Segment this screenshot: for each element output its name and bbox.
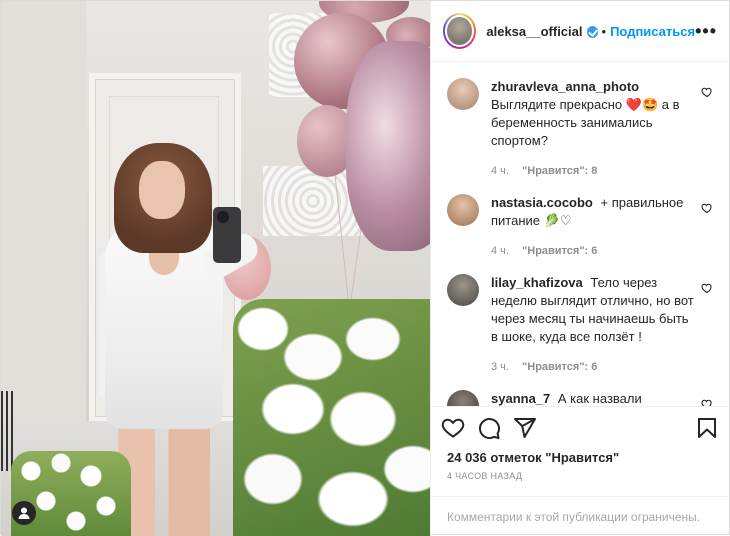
comment-username[interactable]: lilay_khafizova — [491, 275, 583, 290]
verified-badge-icon — [586, 26, 598, 38]
post-sidebar: aleksa__official • Подписаться ••• zhura… — [430, 1, 729, 536]
more-options-icon[interactable]: ••• — [695, 21, 717, 42]
phone-camera — [217, 211, 229, 223]
comment-like-heart-icon[interactable] — [701, 202, 713, 214]
instagram-post: aleksa__official • Подписаться ••• zhura… — [0, 0, 730, 536]
comment-icon[interactable] — [477, 416, 501, 440]
likes-count[interactable]: 24 036 отметок "Нравится" — [431, 448, 729, 465]
user-tag-glyph — [18, 507, 30, 519]
tulips-bouquet — [233, 299, 430, 536]
comment-avatar[interactable] — [447, 274, 479, 306]
comment: zhuravleva_anna_photo Выглядите прекрасн… — [447, 78, 713, 180]
comment-emoji: 🥬♡ — [543, 213, 572, 228]
comment-emoji: ❤️🤩 — [625, 97, 659, 112]
person-face — [139, 161, 185, 219]
comment-time[interactable]: 4 ч. — [491, 165, 509, 177]
comment-text: А как назвали — [557, 391, 642, 406]
post-header: aleksa__official • Подписаться ••• — [431, 1, 729, 62]
comment-time[interactable]: 3 ч. — [491, 361, 509, 373]
post-time[interactable]: 4 ЧАСОВ НАЗАД — [431, 465, 729, 481]
comments-list[interactable]: zhuravleva_anna_photo Выглядите прекрасн… — [431, 62, 729, 406]
post-photo[interactable] — [1, 1, 430, 536]
comment-avatar[interactable] — [447, 194, 479, 226]
comment-like-heart-icon[interactable] — [701, 282, 713, 294]
separator-dot: • — [601, 23, 607, 39]
comment-likes[interactable]: "Нравится": 6 — [522, 361, 597, 373]
user-tag-icon[interactable] — [12, 501, 36, 525]
balloon — [346, 41, 430, 251]
comment-likes[interactable]: "Нравится": 6 — [522, 245, 597, 257]
avatar[interactable] — [443, 13, 477, 49]
comment-meta: 3 ч. "Нравится": 6 — [491, 358, 696, 376]
comment: nastasia.cocobo + правильное питание 🥬♡ … — [447, 194, 713, 260]
person-legs — [118, 426, 210, 536]
comment-meta: 4 ч. "Нравится": 8 — [491, 162, 696, 180]
comments-limited-notice: Комментарии к этой публикации ограничены… — [431, 496, 729, 536]
comment-username[interactable]: nastasia.cocobo — [491, 195, 593, 210]
comment-likes[interactable]: "Нравится": 8 — [522, 165, 597, 177]
comment: syanna_7 А как назвали — [447, 390, 713, 406]
comment-time[interactable]: 4 ч. — [491, 245, 509, 257]
comment-like-heart-icon[interactable] — [701, 86, 713, 98]
comment-username[interactable]: zhuravleva_anna_photo — [491, 79, 639, 94]
heart-icon[interactable] — [441, 416, 465, 440]
comment-like-heart-icon[interactable] — [701, 398, 713, 406]
comment-username[interactable]: syanna_7 — [491, 391, 550, 406]
comment-text: Выглядите прекрасно — [491, 97, 623, 112]
comment: lilay_khafizova Тело через неделю выгляд… — [447, 274, 713, 376]
decor-sticks — [1, 391, 15, 471]
bookmark-icon[interactable] — [695, 416, 719, 440]
username[interactable]: aleksa__official — [486, 24, 582, 39]
comment-avatar[interactable] — [447, 390, 479, 406]
follow-button[interactable]: Подписаться — [610, 24, 695, 39]
comment-meta: 4 ч. "Нравится": 6 — [491, 242, 696, 260]
comment-avatar[interactable] — [447, 78, 479, 110]
share-icon[interactable] — [513, 416, 537, 440]
action-bar — [431, 406, 729, 448]
